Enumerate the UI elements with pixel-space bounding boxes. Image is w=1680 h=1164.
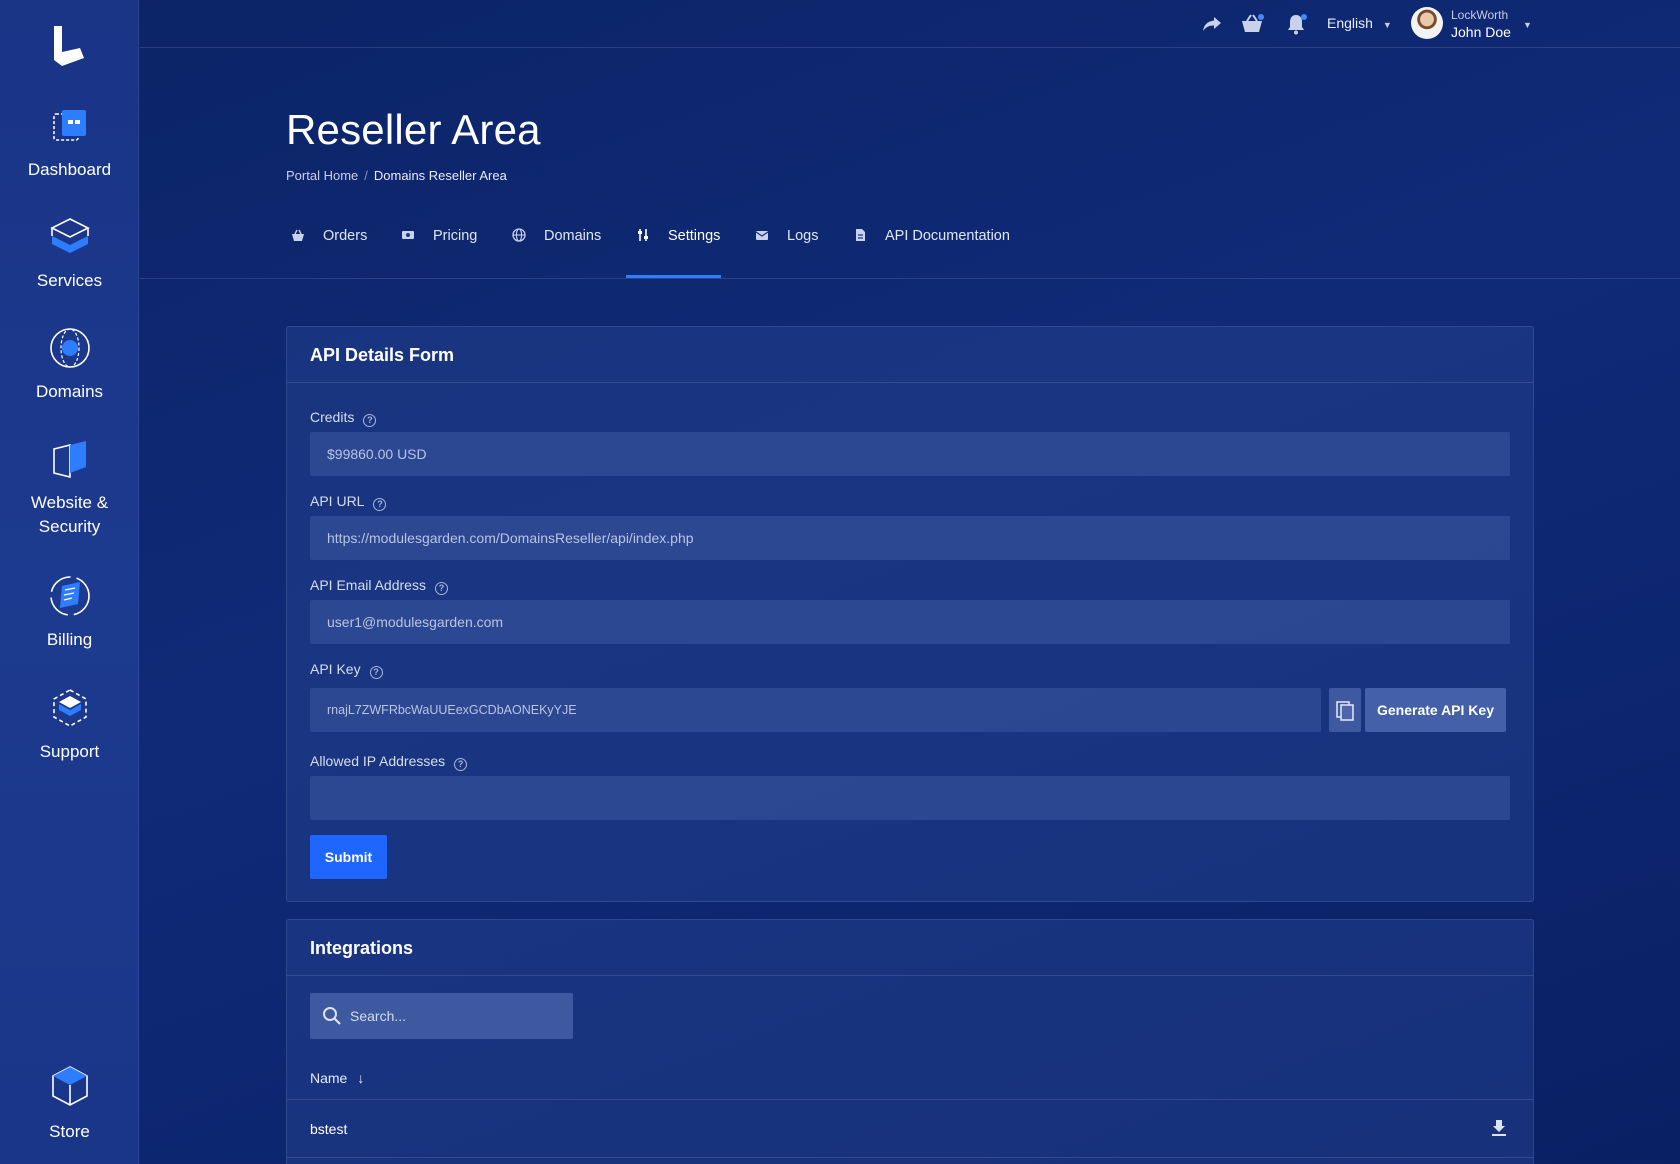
help-icon[interactable]: ? bbox=[373, 498, 387, 511]
language-label: English bbox=[1327, 15, 1373, 31]
credits-label-text: Credits bbox=[310, 409, 355, 425]
table-row: bstest bbox=[287, 1100, 1533, 1158]
sidebar-item-label: Billing bbox=[46, 630, 93, 649]
sidebar-item-store[interactable]: Store bbox=[0, 1064, 139, 1144]
tab-logs[interactable]: Logs bbox=[755, 228, 818, 278]
help-icon[interactable]: ? bbox=[434, 582, 448, 595]
allowed-ip-label-text: Allowed IP Addresses bbox=[310, 753, 446, 769]
allowed-ip-label: Allowed IP Addresses? bbox=[310, 753, 468, 771]
breadcrumb-current: Domains Reseller Area bbox=[373, 168, 507, 183]
sidebar-item-billing[interactable]: Billing bbox=[0, 574, 139, 652]
user-name: John Doe bbox=[1451, 24, 1511, 40]
sidebar-item-label: Website & Security bbox=[30, 493, 109, 536]
api-email-field[interactable] bbox=[310, 600, 1510, 644]
sidebar-item-dashboard[interactable]: Dashboard bbox=[0, 104, 139, 182]
document-icon bbox=[856, 229, 865, 241]
tab-label: Settings bbox=[668, 228, 721, 244]
sidebar-item-label: Services bbox=[36, 271, 103, 290]
domains-icon bbox=[49, 328, 90, 368]
api-key-label-text: API Key bbox=[310, 661, 361, 677]
brand-logo[interactable] bbox=[48, 24, 88, 68]
mail-icon bbox=[755, 231, 769, 240]
notifications-button[interactable] bbox=[1284, 12, 1308, 36]
language-selector[interactable]: English ▼ bbox=[1327, 15, 1392, 31]
api-email-label-text: API Email Address bbox=[310, 577, 426, 593]
breadcrumb: Portal Home / Domains Reseller Area bbox=[286, 168, 507, 183]
api-key-field[interactable] bbox=[310, 688, 1321, 732]
website-security-icon bbox=[52, 441, 86, 479]
top-bar: English ▼ LockWorth John Doe ▼ bbox=[140, 0, 1680, 48]
tab-pricing[interactable]: Pricing bbox=[401, 228, 477, 278]
tab-api-documentation[interactable]: API Documentation bbox=[853, 228, 1010, 278]
submit-button[interactable]: Submit bbox=[310, 835, 387, 879]
integration-name: bstest bbox=[310, 1121, 348, 1137]
breadcrumb-separator: / bbox=[364, 168, 368, 183]
search-icon bbox=[323, 1007, 341, 1025]
credits-label: Credits? bbox=[310, 409, 377, 427]
api-url-label-text: API URL bbox=[310, 493, 365, 509]
help-icon[interactable]: ? bbox=[454, 758, 468, 771]
support-icon bbox=[52, 689, 87, 727]
sidebar-item-support[interactable]: Support bbox=[0, 686, 139, 764]
sidebar-item-domains[interactable]: Domains bbox=[0, 326, 139, 404]
help-icon[interactable]: ? bbox=[363, 414, 377, 427]
name-column-header[interactable]: Name ↓ bbox=[310, 1070, 364, 1086]
sort-arrow-icon: ↓ bbox=[357, 1070, 365, 1086]
money-icon bbox=[402, 231, 414, 239]
sidebar-item-label: Dashboard bbox=[27, 160, 112, 179]
billing-icon bbox=[49, 576, 90, 616]
card-title: API Details Form bbox=[287, 327, 1533, 383]
api-url-label: API URL? bbox=[310, 493, 387, 511]
sidebar-item-website-security[interactable]: Website & Security bbox=[0, 437, 139, 539]
tab-domains[interactable]: Domains bbox=[512, 228, 601, 278]
tab-bar: Orders Pricing Domains Settings Logs API… bbox=[140, 218, 1680, 279]
services-icon bbox=[49, 218, 90, 253]
sidebar-item-label: Support bbox=[39, 742, 100, 761]
sidebar-item-label: Domains bbox=[35, 382, 104, 401]
share-icon[interactable] bbox=[1200, 12, 1224, 36]
tab-orders[interactable]: Orders bbox=[291, 228, 367, 278]
notification-indicator-dot bbox=[1301, 14, 1307, 20]
page-title: Reseller Area bbox=[286, 106, 541, 153]
download-icon[interactable] bbox=[1490, 1119, 1508, 1137]
sidebar-item-services[interactable]: Services bbox=[0, 215, 139, 293]
column-label: Name bbox=[310, 1070, 348, 1086]
tab-label: API Documentation bbox=[885, 228, 1010, 244]
tab-label: Logs bbox=[787, 228, 819, 244]
dashboard-icon bbox=[52, 110, 86, 141]
globe-icon bbox=[512, 228, 526, 242]
allowed-ip-field[interactable] bbox=[310, 776, 1510, 820]
integrations-card: Integrations Name ↓ bstest bbox=[286, 919, 1534, 1164]
copy-api-key-button[interactable] bbox=[1329, 688, 1361, 732]
store-icon bbox=[51, 1066, 88, 1106]
tab-label: Pricing bbox=[433, 228, 478, 244]
user-company: LockWorth bbox=[1451, 8, 1509, 22]
tab-label: Domains bbox=[544, 228, 602, 244]
search-box bbox=[310, 993, 573, 1039]
api-email-label: API Email Address? bbox=[310, 577, 448, 595]
credits-field[interactable] bbox=[310, 432, 1510, 476]
tab-label: Orders bbox=[323, 228, 368, 244]
tab-settings[interactable]: Settings bbox=[625, 228, 722, 278]
chevron-down-icon: ▼ bbox=[1523, 20, 1532, 30]
basket-icon bbox=[292, 229, 304, 241]
api-details-form-card: API Details Form Credits? API URL? API E… bbox=[286, 326, 1534, 902]
search-input[interactable] bbox=[350, 993, 565, 1039]
sliders-icon bbox=[638, 229, 648, 241]
help-icon[interactable]: ? bbox=[369, 666, 383, 679]
copy-icon bbox=[1336, 701, 1354, 721]
api-key-label: API Key? bbox=[310, 661, 383, 679]
card-title: Integrations bbox=[287, 920, 1533, 976]
cart-indicator-dot bbox=[1258, 14, 1264, 20]
avatar bbox=[1411, 7, 1443, 39]
api-url-field[interactable] bbox=[310, 516, 1510, 560]
sidebar: Dashboard Services Domains Website & Sec… bbox=[0, 0, 139, 1164]
sidebar-item-label: Store bbox=[49, 1122, 90, 1141]
cart-button[interactable] bbox=[1240, 12, 1264, 36]
generate-api-key-button[interactable]: Generate API Key bbox=[1365, 688, 1506, 732]
breadcrumb-home-link[interactable]: Portal Home bbox=[286, 168, 358, 183]
chevron-down-icon: ▼ bbox=[1382, 20, 1392, 30]
